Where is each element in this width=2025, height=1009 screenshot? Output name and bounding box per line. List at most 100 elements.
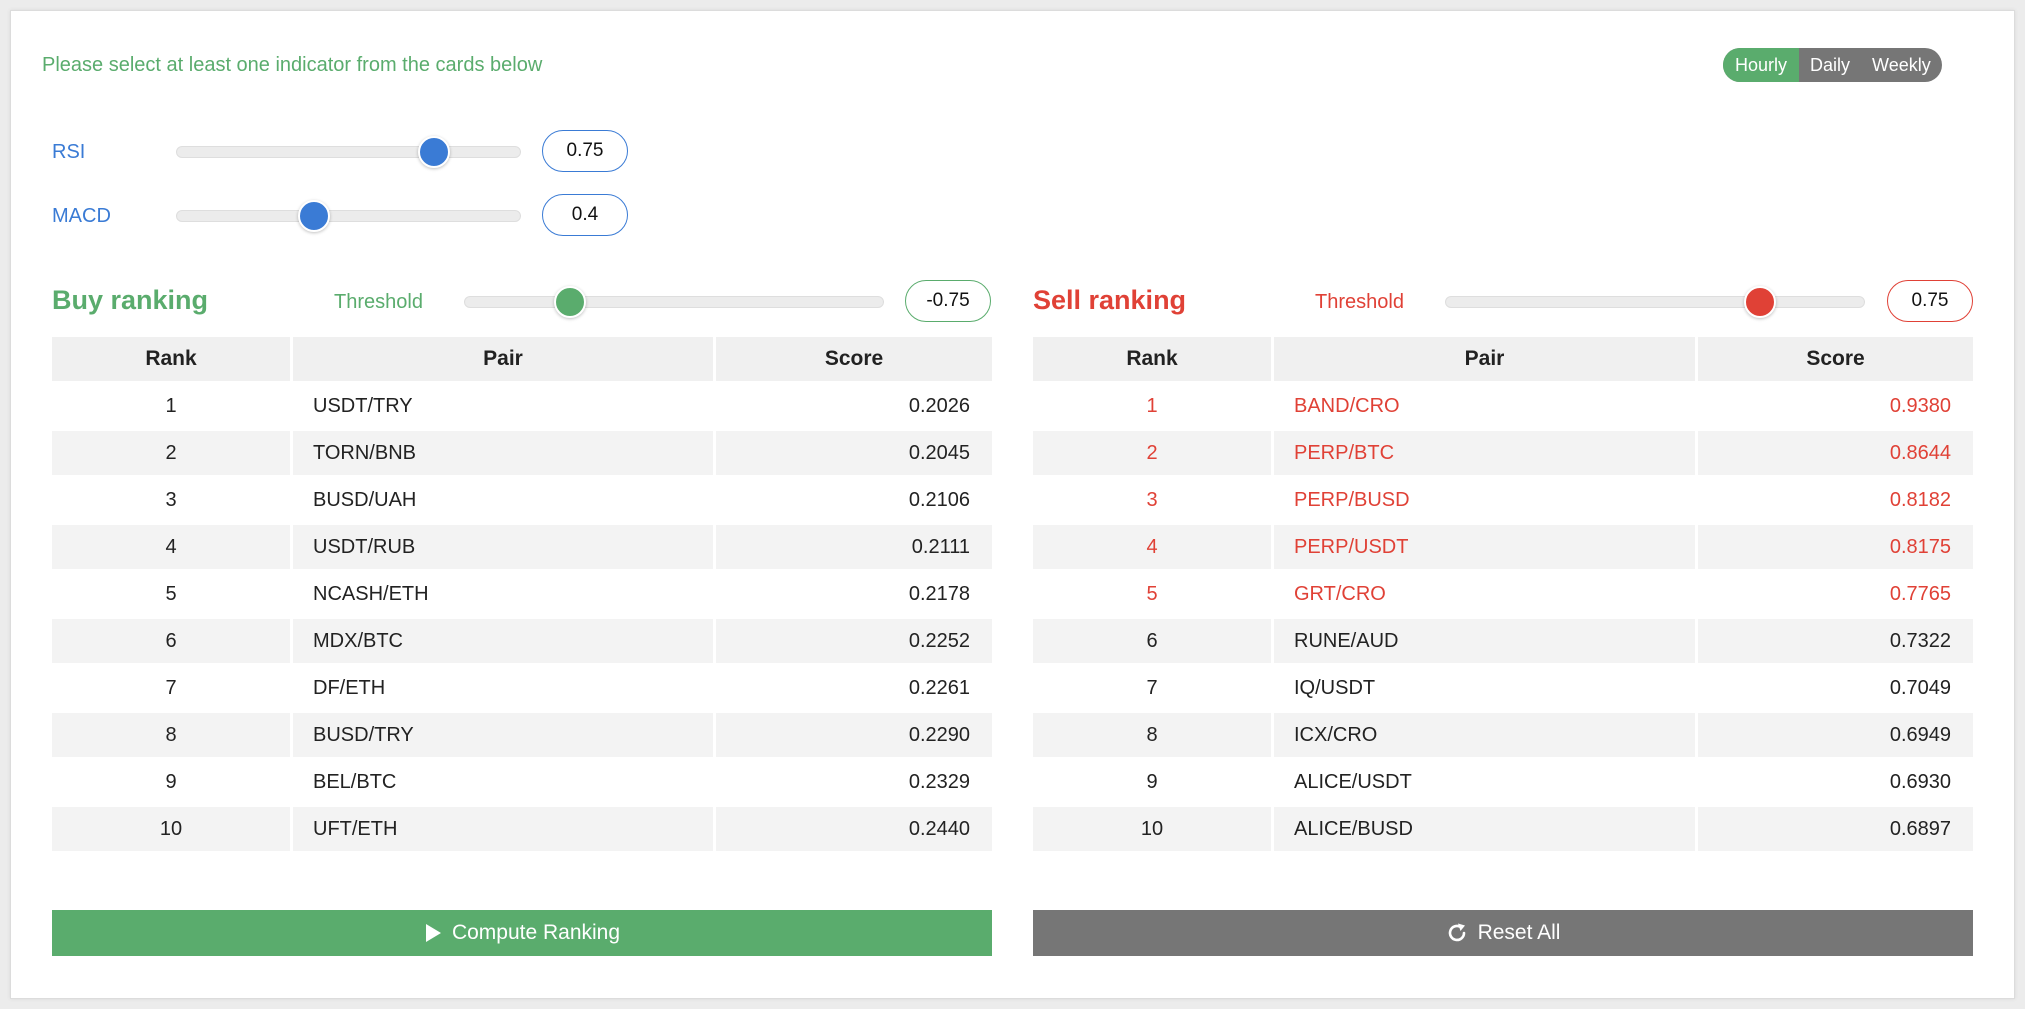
cell-pair: UFT/ETH: [293, 807, 713, 851]
reset-all-button[interactable]: Reset All: [1033, 910, 1973, 956]
cell-rank: 7: [1033, 666, 1271, 710]
table-row[interactable]: 4 PERP/USDT 0.8175: [1033, 525, 1973, 569]
column-header-rank[interactable]: Rank: [52, 337, 290, 381]
cell-score: 0.2440: [716, 807, 992, 851]
sell-threshold-label: Threshold: [1315, 291, 1404, 313]
cell-rank: 3: [52, 478, 290, 522]
table-row[interactable]: 10 ALICE/BUSD 0.6897: [1033, 807, 1973, 851]
column-header-score[interactable]: Score: [716, 337, 992, 381]
table-row[interactable]: 4 USDT/RUB 0.2111: [52, 525, 992, 569]
table-row[interactable]: 9 BEL/BTC 0.2329: [52, 760, 992, 804]
table-row[interactable]: 8 ICX/CRO 0.6949: [1033, 713, 1973, 757]
column-header-rank[interactable]: Rank: [1033, 337, 1271, 381]
period-option-daily[interactable]: Daily: [1799, 48, 1861, 82]
macd-value[interactable]: 0.4: [542, 194, 628, 236]
indicator-notice: Please select at least one indicator fro…: [42, 54, 543, 76]
cell-score: 0.2261: [716, 666, 992, 710]
cell-score: 0.2045: [716, 431, 992, 475]
cell-score: 0.9380: [1698, 384, 1973, 428]
cell-score: 0.6897: [1698, 807, 1973, 851]
table-header-row: Rank Pair Score: [52, 337, 992, 381]
refresh-icon: [1446, 922, 1468, 944]
sell-ranking-title: Sell ranking: [1033, 285, 1187, 315]
cell-rank: 10: [1033, 807, 1271, 851]
cell-score: 0.8182: [1698, 478, 1973, 522]
table-row[interactable]: 2 PERP/BTC 0.8644: [1033, 431, 1973, 475]
cell-score: 0.2178: [716, 572, 992, 616]
table-row[interactable]: 6 RUNE/AUD 0.7322: [1033, 619, 1973, 663]
sell-threshold-slider-knob[interactable]: [1743, 286, 1776, 318]
buy-threshold-slider-track[interactable]: [464, 286, 884, 318]
cell-rank: 6: [1033, 619, 1271, 663]
table-row[interactable]: 7 DF/ETH 0.2261: [52, 666, 992, 710]
cell-score: 0.2111: [716, 525, 992, 569]
compute-ranking-button[interactable]: Compute Ranking: [52, 910, 992, 956]
cell-score: 0.2329: [716, 760, 992, 804]
cell-score: 0.2106: [716, 478, 992, 522]
cell-score: 0.6949: [1698, 713, 1973, 757]
cell-score: 0.7322: [1698, 619, 1973, 663]
table-row[interactable]: 8 BUSD/TRY 0.2290: [52, 713, 992, 757]
cell-pair: PERP/BUSD: [1274, 478, 1695, 522]
cell-score: 0.7765: [1698, 572, 1973, 616]
column-header-score[interactable]: Score: [1698, 337, 1973, 381]
cell-rank: 8: [1033, 713, 1271, 757]
cell-pair: BAND/CRO: [1274, 384, 1695, 428]
table-row[interactable]: 3 PERP/BUSD 0.8182: [1033, 478, 1973, 522]
cell-pair: TORN/BNB: [293, 431, 713, 475]
period-option-weekly[interactable]: Weekly: [1861, 48, 1942, 82]
cell-pair: GRT/CRO: [1274, 572, 1695, 616]
buy-threshold-label: Threshold: [334, 291, 423, 313]
cell-pair: PERP/USDT: [1274, 525, 1695, 569]
cell-pair: DF/ETH: [293, 666, 713, 710]
table-row[interactable]: 3 BUSD/UAH 0.2106: [52, 478, 992, 522]
cell-score: 0.2290: [716, 713, 992, 757]
table-row[interactable]: 7 IQ/USDT 0.7049: [1033, 666, 1973, 710]
buy-threshold-slider-knob[interactable]: [553, 286, 586, 318]
table-row[interactable]: 5 NCASH/ETH 0.2178: [52, 572, 992, 616]
cell-pair: PERP/BTC: [1274, 431, 1695, 475]
rsi-value[interactable]: 0.75: [542, 130, 628, 172]
cell-rank: 4: [52, 525, 290, 569]
buy-threshold-value[interactable]: -0.75: [905, 280, 991, 322]
rsi-slider-knob[interactable]: [418, 136, 451, 168]
cell-pair: BEL/BTC: [293, 760, 713, 804]
table-row[interactable]: 10 UFT/ETH 0.2440: [52, 807, 992, 851]
cell-rank: 2: [52, 431, 290, 475]
period-toggle: Hourly Daily Weekly: [1723, 48, 1942, 82]
cell-rank: 4: [1033, 525, 1271, 569]
table-row[interactable]: 5 GRT/CRO 0.7765: [1033, 572, 1973, 616]
table-row[interactable]: 6 MDX/BTC 0.2252: [52, 619, 992, 663]
cell-rank: 10: [52, 807, 290, 851]
sell-table-body: 1 BAND/CRO 0.9380 2 PERP/BTC 0.8644 3 PERP/BUSD…: [1033, 384, 1973, 851]
cell-rank: 1: [52, 384, 290, 428]
table-row[interactable]: 1 BAND/CRO 0.9380: [1033, 384, 1973, 428]
sell-threshold-value[interactable]: 0.75: [1887, 280, 1973, 322]
table-row[interactable]: 2 TORN/BNB 0.2045: [52, 431, 992, 475]
cell-pair: USDT/RUB: [293, 525, 713, 569]
cell-rank: 9: [1033, 760, 1271, 804]
cell-rank: 6: [52, 619, 290, 663]
cell-rank: 2: [1033, 431, 1271, 475]
cell-pair: ALICE/USDT: [1274, 760, 1695, 804]
macd-slider-knob[interactable]: [298, 200, 331, 232]
cell-rank: 5: [1033, 572, 1271, 616]
cell-score: 0.7049: [1698, 666, 1973, 710]
cell-rank: 8: [52, 713, 290, 757]
sell-threshold-slider-track[interactable]: [1445, 286, 1865, 318]
rsi-slider-track[interactable]: [176, 136, 521, 168]
cell-rank: 1: [1033, 384, 1271, 428]
table-row[interactable]: 9 ALICE/USDT 0.6930: [1033, 760, 1973, 804]
cell-pair: RUNE/AUD: [1274, 619, 1695, 663]
cell-rank: 9: [52, 760, 290, 804]
table-row[interactable]: 1 USDT/TRY 0.2026: [52, 384, 992, 428]
cell-pair: NCASH/ETH: [293, 572, 713, 616]
cell-pair: USDT/TRY: [293, 384, 713, 428]
column-header-pair[interactable]: Pair: [293, 337, 713, 381]
column-header-pair[interactable]: Pair: [1274, 337, 1695, 381]
period-option-hourly[interactable]: Hourly: [1723, 48, 1800, 82]
buy-table-body: 1 USDT/TRY 0.2026 2 TORN/BNB 0.2045 3 BUSD/UAH 0…: [52, 384, 992, 851]
reset-all-label: Reset All: [1477, 921, 1561, 944]
cell-pair: BUSD/UAH: [293, 478, 713, 522]
macd-slider-track[interactable]: [176, 200, 521, 232]
